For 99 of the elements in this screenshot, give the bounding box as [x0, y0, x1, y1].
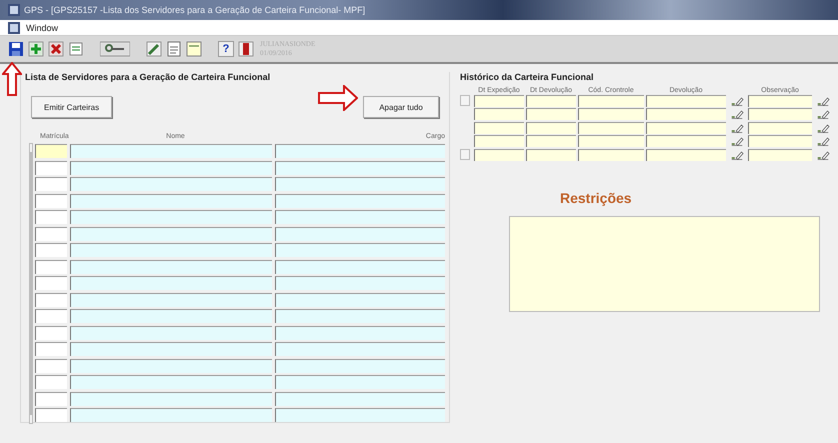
input-field[interactable]: [35, 194, 67, 208]
key-icon[interactable]: [100, 41, 130, 57]
input-field[interactable]: [748, 148, 812, 161]
input-field[interactable]: [526, 108, 576, 120]
input-field[interactable]: [646, 122, 726, 134]
input-field[interactable]: [275, 226, 445, 241]
scroll-button[interactable]: [460, 149, 470, 160]
input-field[interactable]: [70, 292, 272, 307]
clipboard-icon[interactable]: [166, 41, 182, 57]
input-field[interactable]: [35, 210, 67, 224]
input-field[interactable]: [275, 177, 445, 192]
input-field[interactable]: [35, 226, 67, 241]
save-icon[interactable]: [8, 41, 24, 57]
input-field[interactable]: [35, 392, 67, 406]
input-field[interactable]: [275, 326, 445, 340]
input-field[interactable]: [35, 177, 67, 192]
input-field[interactable]: [70, 144, 272, 158]
input-field[interactable]: [474, 122, 524, 134]
input-field[interactable]: [70, 358, 272, 373]
scroll-up-button[interactable]: [29, 143, 33, 153]
input-field[interactable]: [70, 226, 272, 241]
input-field[interactable]: [748, 122, 812, 134]
input-field[interactable]: [275, 342, 445, 356]
input-field[interactable]: [70, 260, 272, 274]
input-field[interactable]: [275, 292, 445, 307]
input-field[interactable]: [70, 177, 272, 192]
input-field[interactable]: [275, 260, 445, 274]
input-field[interactable]: [474, 108, 524, 120]
up-arrow-icon[interactable]: [2, 62, 22, 96]
input-field[interactable]: [275, 160, 445, 175]
input-field[interactable]: [70, 375, 272, 390]
window-title: GPS - [GPS25157 -Lista dos Servidores para a Geração de Carteira Funcional- MPF]: [24, 5, 366, 15]
input-field[interactable]: [70, 243, 272, 258]
pencil-icon[interactable]: [146, 41, 162, 57]
input-field[interactable]: [748, 94, 812, 107]
input-field[interactable]: [526, 148, 576, 161]
input-field[interactable]: [70, 194, 272, 208]
input-field[interactable]: [70, 326, 272, 340]
scroll-down-button[interactable]: [29, 414, 33, 424]
input-field[interactable]: [578, 122, 644, 134]
input-field[interactable]: [70, 210, 272, 224]
app-icon[interactable]: [8, 4, 20, 16]
input-field[interactable]: [275, 144, 445, 158]
input-field[interactable]: [70, 408, 272, 422]
menu-item[interactable]: Window: [24, 22, 60, 32]
input-field[interactable]: [35, 276, 67, 290]
input-field[interactable]: [578, 135, 644, 148]
input-field[interactable]: [275, 210, 445, 224]
input-field[interactable]: [35, 160, 67, 175]
input-field[interactable]: [474, 94, 524, 107]
app-icon[interactable]: [8, 22, 20, 34]
action-button[interactable]: Apagar tudo: [363, 96, 439, 118]
input-field[interactable]: [35, 144, 67, 158]
input-field[interactable]: [35, 358, 67, 373]
input-field[interactable]: [70, 309, 272, 324]
input-field[interactable]: [646, 94, 726, 107]
section-heading: Restrições: [560, 190, 633, 206]
delete-icon[interactable]: [48, 41, 64, 57]
input-field[interactable]: [70, 160, 272, 175]
scroll-button[interactable]: [460, 95, 470, 106]
input-field[interactable]: [275, 194, 445, 208]
input-field[interactable]: [35, 342, 67, 356]
input-field[interactable]: [474, 148, 524, 161]
document-icon[interactable]: [68, 41, 84, 57]
input-field[interactable]: [35, 309, 67, 324]
input-field[interactable]: [275, 408, 445, 422]
input-field[interactable]: [275, 358, 445, 373]
input-field[interactable]: [526, 122, 576, 134]
help-button[interactable]: ?: [218, 41, 234, 57]
input-field[interactable]: [646, 135, 726, 148]
input-field[interactable]: [275, 375, 445, 390]
input-field[interactable]: [275, 392, 445, 406]
input-field[interactable]: [35, 375, 67, 390]
input-field[interactable]: [70, 392, 272, 406]
input-field[interactable]: [35, 408, 67, 422]
input-field[interactable]: [275, 243, 445, 258]
input-field[interactable]: [578, 108, 644, 120]
exit-door-icon[interactable]: [238, 41, 254, 57]
text-area[interactable]: [509, 216, 820, 312]
input-field[interactable]: [275, 276, 445, 290]
input-field[interactable]: [578, 148, 644, 161]
input-field[interactable]: [35, 243, 67, 258]
input-field[interactable]: [275, 309, 445, 324]
input-field[interactable]: [35, 292, 67, 307]
input-field[interactable]: [578, 94, 644, 107]
right-arrow-icon[interactable]: [318, 85, 358, 111]
input-field[interactable]: [748, 135, 812, 148]
input-field[interactable]: [35, 326, 67, 340]
input-field[interactable]: [526, 135, 576, 148]
input-field[interactable]: [35, 260, 67, 274]
note-icon[interactable]: [186, 41, 202, 57]
input-field[interactable]: [70, 342, 272, 356]
input-field[interactable]: [474, 135, 524, 148]
input-field[interactable]: [70, 276, 272, 290]
input-field[interactable]: [646, 108, 726, 120]
input-field[interactable]: [646, 148, 726, 161]
input-field[interactable]: [748, 108, 812, 120]
action-button[interactable]: Emitir Carteiras: [31, 96, 112, 118]
input-field[interactable]: [526, 94, 576, 107]
